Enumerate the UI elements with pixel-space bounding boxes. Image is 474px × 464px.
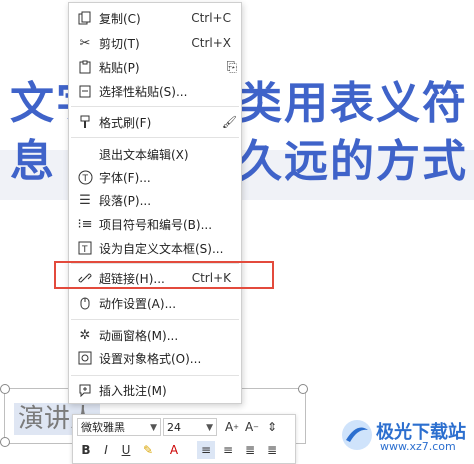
resize-handle[interactable] — [298, 384, 308, 394]
format-painter-options-icon[interactable]: 🖌 — [222, 115, 237, 129]
menu-item-object-format[interactable]: 设置对象格式(O)... — [69, 347, 241, 369]
bullets-icon: ⁝≡ — [77, 216, 93, 232]
menu-item-cut[interactable]: ✂ 剪切(T) Ctrl+X — [69, 32, 241, 54]
line-spacing-icon[interactable]: ⇕ — [263, 418, 281, 436]
watermark-logo: 极光下载站 www.xz7.com — [340, 416, 474, 456]
textbox-icon: T — [77, 240, 93, 256]
font-size-select[interactable]: 24 ▼ — [163, 418, 217, 436]
format-toolbar: 微软雅黑 ▼ 24 ▼ A + A − ⇕ B I U ✎ A ≡ ≡ ≣ ≣ — [72, 414, 296, 464]
paragraph-icon: ☰ — [79, 192, 91, 208]
watermark-logo-icon — [342, 420, 372, 450]
font-color-icon[interactable]: A — [165, 441, 183, 459]
menu-item-exit-text-edit[interactable]: 退出文本编辑(X) — [69, 143, 241, 165]
svg-text:T: T — [81, 174, 88, 184]
menu-item-custom-textbox[interactable]: T 设为自定义文本框(S)... — [69, 237, 241, 259]
underline-icon[interactable]: U — [117, 441, 135, 459]
menu-item-format-painter[interactable]: 格式刷(F) 🖌 — [69, 111, 241, 133]
menu-item-action-settings[interactable]: 动作设置(A)... — [69, 292, 241, 314]
align-distributed-icon[interactable]: ≣ — [263, 441, 281, 459]
paste-options-icon[interactable]: ⎘ — [227, 60, 237, 75]
highlight-color-icon[interactable]: ✎ — [139, 441, 157, 459]
action-icon — [77, 295, 93, 311]
menu-item-animation-pane[interactable]: ✲ 动画窗格(M)... — [69, 324, 241, 346]
align-center-icon[interactable]: ≡ — [219, 441, 237, 459]
menu-item-font[interactable]: T 字体(F)... — [69, 166, 241, 188]
resize-handle[interactable] — [0, 437, 10, 447]
menu-separator — [71, 137, 239, 138]
menu-item-insert-comment[interactable]: 插入批注(M) — [69, 379, 241, 401]
italic-icon[interactable]: I — [97, 441, 115, 459]
comment-icon — [77, 382, 93, 398]
decrease-font-size-icon[interactable]: A − — [243, 418, 261, 436]
menu-item-paragraph[interactable]: ☰ 段落(P)... — [69, 189, 241, 211]
slide-title-line1-right: 类用表义符 — [238, 78, 468, 129]
cut-icon: ✂ — [79, 35, 91, 51]
bold-icon[interactable]: B — [77, 441, 95, 459]
font-name-select[interactable]: 微软雅黑 ▼ — [77, 418, 161, 436]
menu-item-copy[interactable]: 复制(C) Ctrl+C — [69, 7, 241, 29]
hyperlink-highlight-box — [54, 261, 274, 289]
align-left-icon[interactable]: ≡ — [197, 441, 215, 459]
svg-text:T: T — [81, 245, 88, 255]
font-icon: T — [77, 169, 93, 185]
context-menu: 复制(C) Ctrl+C ✂ 剪切(T) Ctrl+X 粘贴(P) ⎘ 选择性粘… — [68, 2, 242, 404]
paste-icon — [77, 59, 93, 75]
align-justify-icon[interactable]: ≣ — [241, 441, 259, 459]
chevron-down-icon: ▼ — [206, 423, 213, 433]
menu-item-paste[interactable]: 粘贴(P) ⎘ — [69, 56, 241, 78]
slide-title-line2-left: 息 — [10, 136, 56, 187]
menu-separator — [71, 319, 239, 320]
menu-item-paste-special[interactable]: 选择性粘贴(S)... — [69, 80, 241, 102]
object-format-icon — [77, 350, 93, 366]
increase-font-size-icon[interactable]: A + — [223, 418, 241, 436]
paste-special-icon — [77, 83, 93, 99]
chevron-down-icon: ▼ — [150, 423, 157, 433]
format-painter-icon — [77, 114, 93, 130]
menu-separator — [71, 106, 239, 107]
menu-separator — [71, 375, 239, 376]
animation-pane-icon: ✲ — [79, 327, 91, 343]
resize-handle[interactable] — [0, 384, 10, 394]
copy-icon — [77, 10, 93, 26]
menu-item-bullets[interactable]: ⁝≡ 项目符号和编号(B)... — [69, 213, 241, 235]
slide-title-line2-right: 久远的方式 — [238, 136, 468, 187]
